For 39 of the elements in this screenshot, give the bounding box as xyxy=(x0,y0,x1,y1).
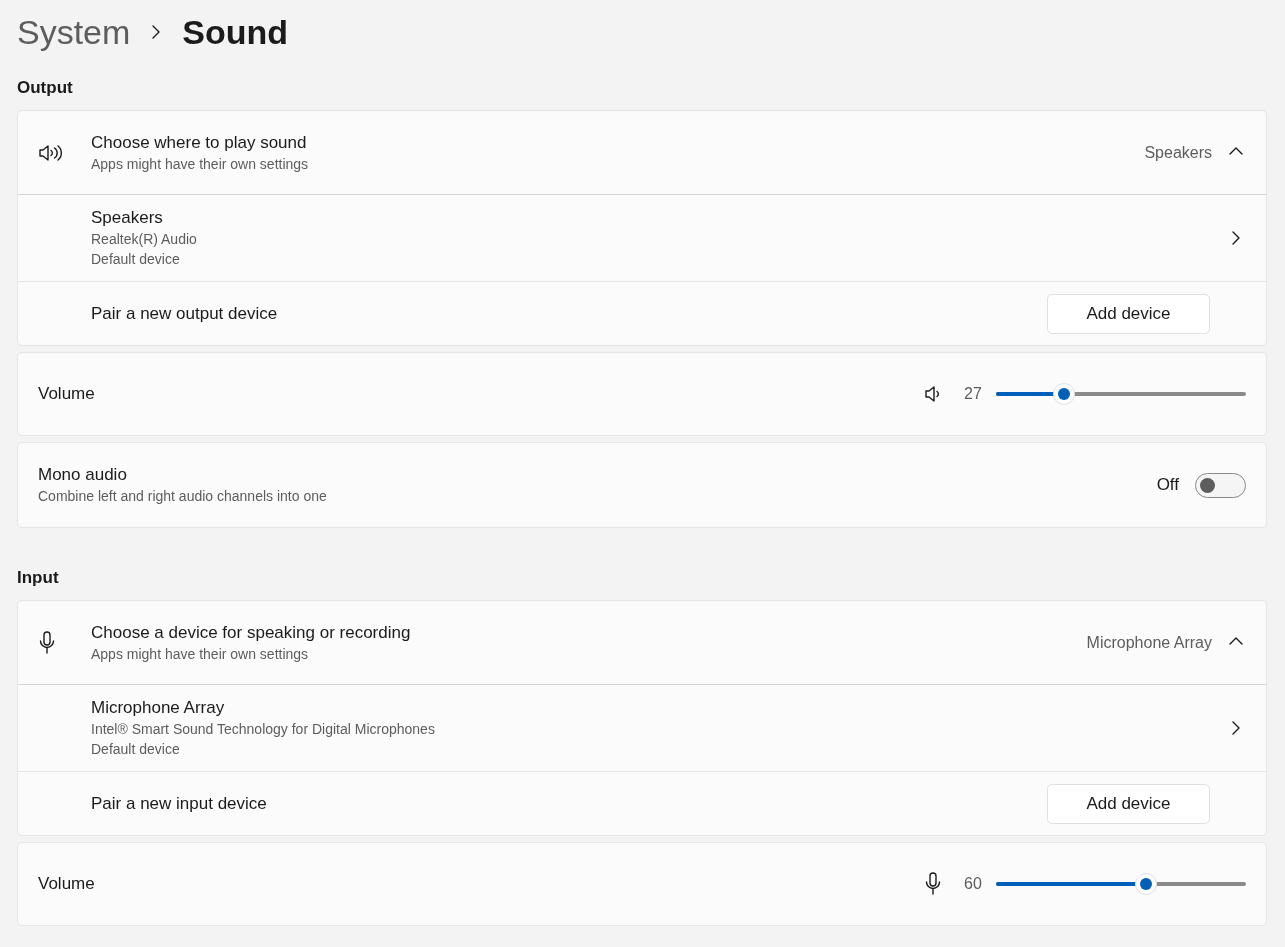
volume-reading: 60 xyxy=(964,874,983,894)
setting-description: Combine left and right audio channels into one xyxy=(38,487,327,506)
slider-thumb[interactable] xyxy=(1135,873,1157,895)
section-heading: Input xyxy=(17,567,60,589)
device-row[interactable]: Speakers Realtek(R) Audio Default device xyxy=(18,195,1266,282)
add-device-button[interactable]: Add device xyxy=(1047,783,1210,824)
device-row[interactable]: Microphone Array Intel® Smart Sound Technology for Digital Microphones Default device xyxy=(18,685,1266,772)
group-title: Choose a device for speaking or recording xyxy=(91,621,411,644)
microphone-icon xyxy=(38,630,56,655)
device-name: Speakers xyxy=(91,207,164,229)
selected-device-value: Microphone Array xyxy=(1086,632,1212,653)
microphone-icon xyxy=(924,872,942,896)
group-subtitle: Apps might have their own settings xyxy=(91,644,310,664)
setting-label: Volume xyxy=(38,873,95,896)
group-title: Choose where to play sound xyxy=(91,131,308,154)
pair-device-label: Pair a new output device xyxy=(91,302,278,325)
device-detail: Default device xyxy=(91,250,181,269)
pair-device-label: Pair a new input device xyxy=(91,792,267,815)
device-detail: Default device xyxy=(91,740,181,759)
device-group-header[interactable]: Choose where to play sound Apps might have their own settings Speakers xyxy=(18,111,1266,195)
speaker-icon xyxy=(924,384,942,404)
volume-slider[interactable] xyxy=(996,872,1246,896)
device-detail: Intel® Smart Sound Technology for Digital Microphones xyxy=(91,720,435,739)
slider-thumb[interactable] xyxy=(1052,383,1075,405)
device-name: Microphone Array xyxy=(91,697,226,719)
selected-device-value: Speakers xyxy=(1144,142,1212,163)
volume-reading: 27 xyxy=(964,384,983,404)
page-title: Sound xyxy=(182,11,289,53)
setting-label: Volume xyxy=(38,383,95,406)
group-subtitle: Apps might have their own settings xyxy=(91,154,309,174)
device-group-header[interactable]: Choose a device for speaking or recording Apps might have their own settings Microphone Array xyxy=(18,601,1266,685)
setting-label: Mono audio xyxy=(38,464,128,486)
add-device-button[interactable]: Add device xyxy=(1047,293,1210,334)
breadcrumb-link[interactable]: System xyxy=(17,6,131,58)
toggle-state-label: Off xyxy=(1156,474,1179,497)
volume-slider[interactable] xyxy=(996,382,1246,406)
device-detail: Realtek(R) Audio xyxy=(91,230,197,249)
section-heading: Output xyxy=(17,77,74,99)
toggle-switch[interactable] xyxy=(1195,472,1246,498)
